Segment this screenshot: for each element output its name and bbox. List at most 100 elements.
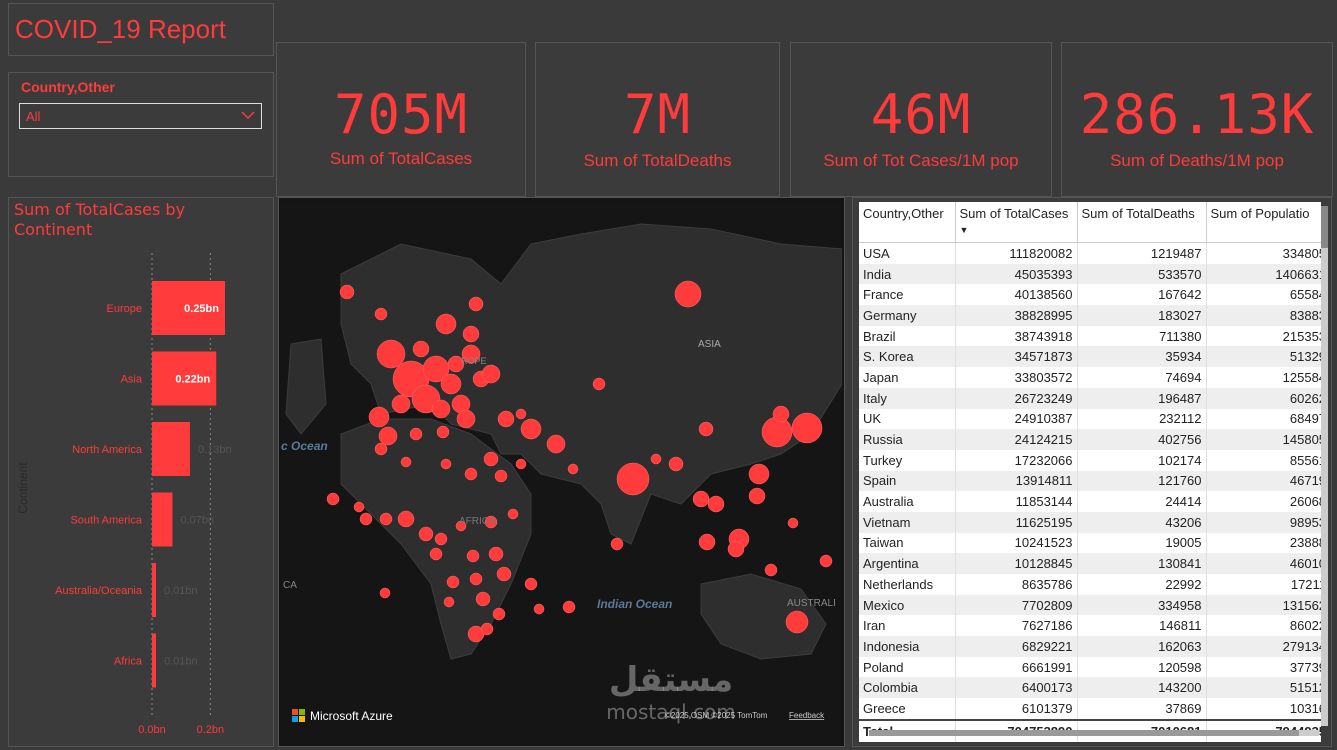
bar[interactable] xyxy=(152,422,190,476)
cell-value: 1219487 xyxy=(1077,242,1207,264)
horizontal-scrollbar[interactable] xyxy=(869,730,1319,736)
scrollbar-thumb[interactable] xyxy=(1321,206,1328,248)
cell-value: 10128845 xyxy=(955,553,1078,574)
kpi-label: Sum of Tot Cases/1M pop xyxy=(823,151,1019,170)
cell-value: 9895354 xyxy=(1206,511,1321,533)
table-row[interactable]: Spain139148111217604671914 xyxy=(859,470,1321,492)
cell-value: 5151276 xyxy=(1206,677,1321,699)
cell-value: 4601023 xyxy=(1206,553,1321,574)
cell-value: 6829221 xyxy=(955,636,1078,657)
map-label-asia: ASIA xyxy=(698,339,721,350)
table-row[interactable]: Russia2412421540275614580594 xyxy=(859,429,1321,450)
cell-country: S. Korea xyxy=(859,346,956,368)
cell-value: 162063 xyxy=(1077,636,1207,657)
kpi-card-total-deaths[interactable]: 7M Sum of TotalDeaths xyxy=(535,42,780,197)
cell-value: 3773978 xyxy=(1206,656,1321,678)
kpi-value: 286.13K xyxy=(1079,83,1315,146)
cell-value: 21535359 xyxy=(1206,325,1321,347)
table-row[interactable]: Mexico770280933495813156277 xyxy=(859,594,1321,616)
table-row[interactable]: Iran76271861468118602283 xyxy=(859,615,1321,637)
map-feedback-link[interactable]: Feedback xyxy=(789,711,825,720)
category-label: South America xyxy=(70,515,142,527)
covid-bubble-map[interactable]: ASIA AFRICA AUSTRALI Indian Ocean c Ocea… xyxy=(278,197,845,747)
cell-country: UK xyxy=(859,408,956,430)
bar[interactable] xyxy=(152,492,173,547)
cell-value: 146811 xyxy=(1077,615,1207,637)
table-row[interactable]: Taiwan10241523190052388859 xyxy=(859,532,1321,554)
cell-value: 6026277 xyxy=(1206,387,1321,409)
cell-value: 120598 xyxy=(1077,656,1207,678)
table-row[interactable]: USA111820082121948733480526 xyxy=(859,242,1321,264)
column-header-population[interactable]: Sum of Populatio xyxy=(1206,202,1321,243)
kpi-label: Sum of Deaths/1M pop xyxy=(1110,151,1284,170)
cell-value: 13914811 xyxy=(955,470,1078,492)
table-row[interactable]: Turkey172320661021748556197 xyxy=(859,449,1321,471)
cell-value: 130841 xyxy=(1077,553,1207,574)
kpi-card-total-cases[interactable]: 705M Sum of TotalCases xyxy=(276,42,526,197)
country-table[interactable]: Country,Other Sum of TotalCases ▼ Sum of … xyxy=(859,202,1321,742)
cell-country: Italy xyxy=(859,387,956,409)
country-dropdown[interactable]: All xyxy=(19,103,262,129)
table-row[interactable]: Germany388289951830278388359 xyxy=(859,305,1321,326)
category-label: Africa xyxy=(114,656,143,668)
watermark-arabic: مستقل xyxy=(608,660,734,700)
table-row[interactable]: Netherlands8635786229921721144 xyxy=(859,574,1321,595)
kpi-card-deaths-per-million[interactable]: 286.13K Sum of Deaths/1M pop xyxy=(1061,42,1333,197)
table-row[interactable]: France401385601676426558451 xyxy=(859,284,1321,306)
map-label-africa: AFRICA xyxy=(459,516,496,527)
cell-value: 17232066 xyxy=(955,449,1078,471)
kpi-card-cases-per-million[interactable]: 46M Sum of Tot Cases/1M pop xyxy=(790,42,1052,197)
column-header-country[interactable]: Country,Other xyxy=(859,202,956,243)
chart-title: Sum of TotalCases by Continent xyxy=(14,200,186,239)
table-row[interactable]: Brazil3874391871138021535359 xyxy=(859,325,1321,347)
cell-value: 140663177 xyxy=(1206,263,1321,285)
table-row[interactable]: Greece6101379378691031663 xyxy=(859,698,1321,720)
table-row[interactable]: India45035393533570140663177 xyxy=(859,263,1321,285)
cell-country: Greece xyxy=(859,698,956,720)
column-header-total-cases[interactable]: Sum of TotalCases ▼ xyxy=(955,202,1078,243)
cell-value: 8388359 xyxy=(1206,305,1321,326)
bar[interactable] xyxy=(152,633,156,688)
table-row[interactable]: Poland66619911205983773978 xyxy=(859,656,1321,678)
data-label: 0.22bn xyxy=(175,374,210,386)
cell-value: 102174 xyxy=(1077,449,1207,471)
cell-country: Poland xyxy=(859,656,956,678)
cell-value: 38828995 xyxy=(955,305,1078,326)
cell-value: 4671914 xyxy=(1206,470,1321,492)
column-header-label: Sum of TotalCases xyxy=(959,206,1069,221)
table-row[interactable]: Indonesia682922116206327913450 xyxy=(859,636,1321,657)
table-row[interactable]: Japan338035727469412558483 xyxy=(859,367,1321,388)
continent-bar-chart[interactable]: 0.0bn 0.2bn Continent Europe 0.25bn Asia 0.22b… xyxy=(8,197,274,747)
table-row[interactable]: UK249103872321126849790 xyxy=(859,408,1321,430)
map-canvas[interactable]: ASIA AFRICA AUSTRALI Indian Ocean c Ocea… xyxy=(281,204,842,744)
cell-value: 7627186 xyxy=(955,615,1078,637)
table-row[interactable]: Vietnam11625195432069895354 xyxy=(859,511,1321,533)
x-tick-label: 0.0bn xyxy=(138,724,166,736)
table-row[interactable]: Argentina101288451308414601023 xyxy=(859,553,1321,574)
cell-value: 12558483 xyxy=(1206,367,1321,388)
table-row[interactable]: Australia11853144244142606879 xyxy=(859,491,1321,512)
bar[interactable] xyxy=(152,563,156,617)
cell-value: 24910387 xyxy=(955,408,1078,430)
map-label-atlantic-ocean: c Ocean xyxy=(281,439,328,453)
cell-country: Taiwan xyxy=(859,532,956,554)
cell-country: USA xyxy=(859,242,956,264)
vertical-scrollbar[interactable] xyxy=(1321,206,1328,726)
scrollbar-thumb[interactable] xyxy=(869,730,1299,736)
table-row[interactable]: S. Korea34571873359345132989 xyxy=(859,346,1321,368)
cell-country: Colombia xyxy=(859,677,956,699)
cell-country: Netherlands xyxy=(859,574,956,595)
map-label-europe: ROPE xyxy=(461,356,487,366)
cell-country: Brazil xyxy=(859,325,956,347)
cell-country: Australia xyxy=(859,491,956,512)
column-header-total-deaths[interactable]: Sum of TotalDeaths xyxy=(1077,202,1207,243)
cell-value: 40138560 xyxy=(955,284,1078,306)
slicer-label: Country,Other xyxy=(21,79,115,95)
cell-value: 19005 xyxy=(1077,532,1207,554)
cell-value: 711380 xyxy=(1077,325,1207,347)
cell-value: 2388859 xyxy=(1206,532,1321,554)
cell-value: 37869 xyxy=(1077,698,1207,720)
table-row[interactable]: Italy267232491964876026277 xyxy=(859,387,1321,409)
cell-value: 196487 xyxy=(1077,387,1207,409)
table-row[interactable]: Colombia64001731432005151276 xyxy=(859,677,1321,699)
